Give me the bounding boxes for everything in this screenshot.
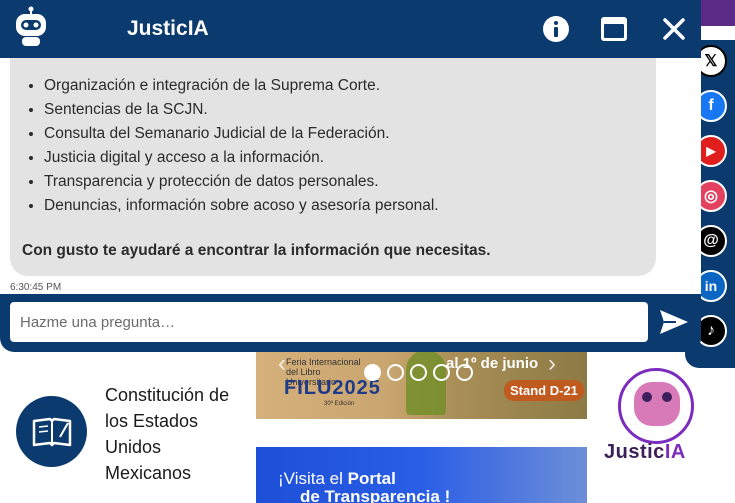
list-item: Organización e integración de la Suprema… [44,74,642,98]
chat-widget: JusticIA Organización e integración de [0,0,701,352]
logo-text: JusticIA [604,441,686,463]
banner-illustration [406,350,446,415]
list-item: Sentencias de la SCJN. [44,98,642,122]
carousel-dot[interactable] [364,364,381,381]
filu-banner[interactable]: Feria Internacional del Libro Universita… [256,345,587,419]
carousel-prev-icon[interactable]: ‹ [278,350,286,378]
transparencia-line1: ¡Visita el Portal [278,469,396,488]
minimize-icon [601,17,627,41]
list-item: Transparencia y protección de datos pers… [44,170,642,194]
banner-stand-badge: Stand D-21 [504,380,584,401]
info-button[interactable] [542,15,570,43]
carousel-next-icon[interactable]: › [548,350,556,378]
list-item: Justicia digital y acceso a la informaci… [44,146,642,170]
transparencia-line2: de Transparencia ! [300,487,451,503]
close-icon [663,18,685,40]
carousel-dot[interactable] [410,364,427,381]
info-icon [543,16,569,42]
constitucion-link[interactable]: Constitución de los Estados Unidos Mexic… [105,382,245,486]
bot-message: Organización e integración de la Suprema… [10,58,656,276]
page-corner-decoration [700,0,735,26]
robot-eye [662,392,672,402]
robot-icon [634,382,680,426]
chat-header: JusticIA [0,0,701,58]
close-button[interactable] [660,15,688,43]
carousel-dot[interactable] [387,364,404,381]
chat-messages[interactable]: Organización e integración de la Suprema… [0,58,701,294]
transparencia-banner[interactable]: ¡Visita el Portal de Transparencia ! [256,447,587,503]
list-item: Consulta del Semanario Judicial de la Fe… [44,122,642,146]
message-timestamp: 6:30:45 PM [10,282,62,293]
question-input[interactable] [10,302,648,342]
carousel-dot[interactable] [456,364,473,381]
minimize-button[interactable] [600,15,628,43]
topic-list: Organización e integración de la Suprema… [22,74,642,218]
chat-title: JusticIA [127,17,209,40]
justicia-logo[interactable]: JusticIA [604,368,696,468]
carousel-dot[interactable] [433,364,450,381]
carousel-dots [364,364,473,381]
chat-input-row [0,294,701,352]
send-button[interactable] [657,306,691,338]
robot-eye [642,392,652,402]
constitucion-book-icon[interactable] [16,396,87,467]
banner-edition: 30ª Edición [324,401,355,407]
closing-text: Con gusto te ayudaré a encontrar la info… [22,242,491,259]
robot-icon [16,6,46,46]
list-item: Denuncias, información sobre acoso y ase… [44,194,642,218]
send-icon [660,310,688,334]
